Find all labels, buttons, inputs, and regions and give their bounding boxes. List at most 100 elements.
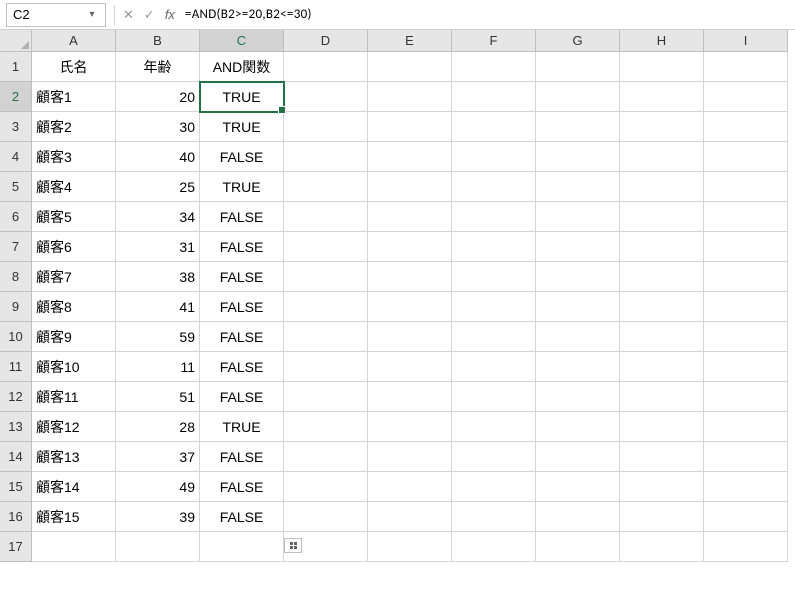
- cell-B3[interactable]: 30: [116, 112, 200, 142]
- cell-B14[interactable]: 37: [116, 442, 200, 472]
- cell-G11[interactable]: [536, 352, 620, 382]
- cell-G7[interactable]: [536, 232, 620, 262]
- cell-C11[interactable]: FALSE: [200, 352, 284, 382]
- cell-F17[interactable]: [452, 532, 536, 562]
- formula-input[interactable]: =AND(B2>=20,B2<=30): [179, 3, 789, 27]
- cell-A10[interactable]: 顧客9: [32, 322, 116, 352]
- cell-D6[interactable]: [284, 202, 368, 232]
- cell-C2[interactable]: TRUE: [200, 82, 284, 112]
- cell-B7[interactable]: 31: [116, 232, 200, 262]
- row-header-16[interactable]: 16: [0, 502, 32, 532]
- cell-B6[interactable]: 34: [116, 202, 200, 232]
- cell-G6[interactable]: [536, 202, 620, 232]
- cell-H9[interactable]: [620, 292, 704, 322]
- column-header-I[interactable]: I: [704, 30, 788, 52]
- cell-D7[interactable]: [284, 232, 368, 262]
- cell-G10[interactable]: [536, 322, 620, 352]
- cell-I12[interactable]: [704, 382, 788, 412]
- cell-E10[interactable]: [368, 322, 452, 352]
- row-header-13[interactable]: 13: [0, 412, 32, 442]
- cell-G2[interactable]: [536, 82, 620, 112]
- cell-H12[interactable]: [620, 382, 704, 412]
- cell-H16[interactable]: [620, 502, 704, 532]
- cell-I10[interactable]: [704, 322, 788, 352]
- cell-A15[interactable]: 顧客14: [32, 472, 116, 502]
- cell-F12[interactable]: [452, 382, 536, 412]
- row-header-14[interactable]: 14: [0, 442, 32, 472]
- cell-H14[interactable]: [620, 442, 704, 472]
- cell-E16[interactable]: [368, 502, 452, 532]
- cell-G4[interactable]: [536, 142, 620, 172]
- fx-icon[interactable]: fx: [165, 7, 175, 22]
- cell-I2[interactable]: [704, 82, 788, 112]
- cell-B10[interactable]: 59: [116, 322, 200, 352]
- cell-D10[interactable]: [284, 322, 368, 352]
- cell-F3[interactable]: [452, 112, 536, 142]
- cell-E8[interactable]: [368, 262, 452, 292]
- cell-D15[interactable]: [284, 472, 368, 502]
- cell-F14[interactable]: [452, 442, 536, 472]
- cell-E14[interactable]: [368, 442, 452, 472]
- cell-C9[interactable]: FALSE: [200, 292, 284, 322]
- row-header-8[interactable]: 8: [0, 262, 32, 292]
- column-header-E[interactable]: E: [368, 30, 452, 52]
- cell-F15[interactable]: [452, 472, 536, 502]
- cell-H1[interactable]: [620, 52, 704, 82]
- column-header-C[interactable]: C: [200, 30, 284, 52]
- row-header-12[interactable]: 12: [0, 382, 32, 412]
- cell-A6[interactable]: 顧客5: [32, 202, 116, 232]
- cell-I5[interactable]: [704, 172, 788, 202]
- cell-E2[interactable]: [368, 82, 452, 112]
- cell-C5[interactable]: TRUE: [200, 172, 284, 202]
- cell-B12[interactable]: 51: [116, 382, 200, 412]
- cell-H15[interactable]: [620, 472, 704, 502]
- cell-I15[interactable]: [704, 472, 788, 502]
- row-header-4[interactable]: 4: [0, 142, 32, 172]
- cell-A5[interactable]: 顧客4: [32, 172, 116, 202]
- cell-G12[interactable]: [536, 382, 620, 412]
- row-header-11[interactable]: 11: [0, 352, 32, 382]
- cell-D16[interactable]: [284, 502, 368, 532]
- cell-H5[interactable]: [620, 172, 704, 202]
- cell-D12[interactable]: [284, 382, 368, 412]
- row-header-17[interactable]: 17: [0, 532, 32, 562]
- row-header-3[interactable]: 3: [0, 112, 32, 142]
- cell-E4[interactable]: [368, 142, 452, 172]
- cell-C8[interactable]: FALSE: [200, 262, 284, 292]
- cell-F7[interactable]: [452, 232, 536, 262]
- cell-E13[interactable]: [368, 412, 452, 442]
- cell-G1[interactable]: [536, 52, 620, 82]
- cell-A1[interactable]: 氏名: [32, 52, 116, 82]
- row-header-1[interactable]: 1: [0, 52, 32, 82]
- cell-I11[interactable]: [704, 352, 788, 382]
- cell-E12[interactable]: [368, 382, 452, 412]
- row-header-9[interactable]: 9: [0, 292, 32, 322]
- cell-A13[interactable]: 顧客12: [32, 412, 116, 442]
- cell-B15[interactable]: 49: [116, 472, 200, 502]
- row-header-7[interactable]: 7: [0, 232, 32, 262]
- row-header-10[interactable]: 10: [0, 322, 32, 352]
- cell-B17[interactable]: [116, 532, 200, 562]
- cell-G13[interactable]: [536, 412, 620, 442]
- cell-C14[interactable]: FALSE: [200, 442, 284, 472]
- column-header-D[interactable]: D: [284, 30, 368, 52]
- cell-C4[interactable]: FALSE: [200, 142, 284, 172]
- cell-B13[interactable]: 28: [116, 412, 200, 442]
- cell-G17[interactable]: [536, 532, 620, 562]
- cell-I4[interactable]: [704, 142, 788, 172]
- cell-F4[interactable]: [452, 142, 536, 172]
- cell-A17[interactable]: [32, 532, 116, 562]
- autofill-options-icon[interactable]: [284, 538, 302, 553]
- cell-A3[interactable]: 顧客2: [32, 112, 116, 142]
- row-header-2[interactable]: 2: [0, 82, 32, 112]
- name-box[interactable]: C2 ▾: [6, 3, 106, 27]
- cell-F2[interactable]: [452, 82, 536, 112]
- cell-H17[interactable]: [620, 532, 704, 562]
- cell-A11[interactable]: 顧客10: [32, 352, 116, 382]
- cell-D2[interactable]: [284, 82, 368, 112]
- cell-E5[interactable]: [368, 172, 452, 202]
- cell-H8[interactable]: [620, 262, 704, 292]
- enter-icon[interactable]: ✓: [144, 7, 155, 23]
- cell-F8[interactable]: [452, 262, 536, 292]
- cell-C3[interactable]: TRUE: [200, 112, 284, 142]
